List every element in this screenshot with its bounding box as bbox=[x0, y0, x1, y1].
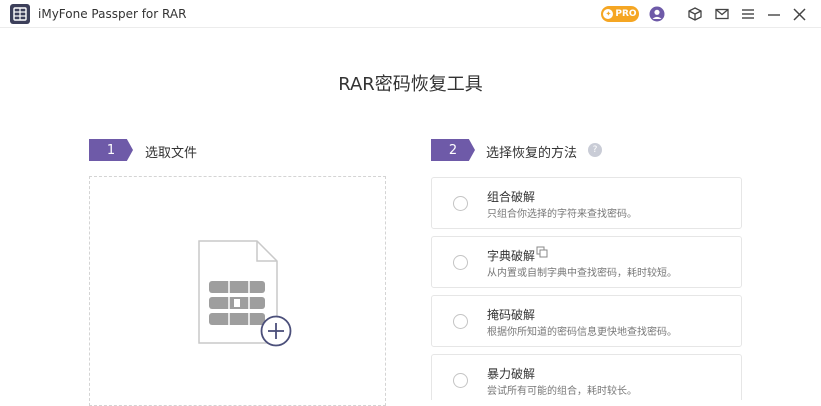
file-drop-zone[interactable] bbox=[89, 176, 386, 406]
add-icon[interactable] bbox=[260, 315, 292, 347]
minimize-icon[interactable] bbox=[765, 5, 783, 23]
cube-icon[interactable] bbox=[686, 5, 704, 23]
step-2-label: 选择恢复的方法 bbox=[486, 146, 578, 161]
method-radio[interactable] bbox=[453, 255, 468, 270]
close-icon[interactable] bbox=[790, 5, 808, 23]
method-radio[interactable] bbox=[453, 373, 468, 388]
method-title: 掩码破解 bbox=[487, 308, 536, 322]
method-card-dictionary[interactable]: 字典破解 从内置或自制字典中查找密码，耗时较短。 bbox=[431, 236, 742, 288]
method-radio[interactable] bbox=[453, 314, 468, 329]
title-bar: iMyFone Passper for RAR ✦ PRO bbox=[0, 0, 821, 28]
pro-label: PRO bbox=[615, 9, 637, 19]
app-title: iMyFone Passper for RAR bbox=[38, 7, 187, 21]
method-title: 组合破解 bbox=[487, 190, 536, 204]
menu-icon[interactable] bbox=[739, 5, 757, 23]
step-1-label: 选取文件 bbox=[145, 146, 198, 161]
method-card-brute-force[interactable]: 暴力破解 尝试所有可能的组合，耗时较长。 bbox=[431, 354, 742, 400]
method-desc: 只组合你选择的字符来查找密码。 bbox=[487, 209, 637, 220]
help-icon[interactable]: ? bbox=[588, 143, 602, 157]
copy-icon[interactable] bbox=[536, 246, 548, 258]
step-1-badge: 1 bbox=[89, 139, 133, 161]
method-desc: 根据你所知道的密码信息更快地查找密码。 bbox=[487, 327, 677, 338]
pro-badge-button[interactable]: ✦ PRO bbox=[601, 6, 639, 22]
method-title: 字典破解 bbox=[487, 249, 536, 263]
pro-badge-icon: ✦ bbox=[603, 9, 614, 19]
account-icon[interactable] bbox=[648, 5, 666, 23]
page-title: RAR密码恢复工具 bbox=[338, 74, 483, 95]
mail-icon[interactable] bbox=[713, 5, 731, 23]
step-2-badge: 2 bbox=[431, 139, 475, 161]
method-desc: 尝试所有可能的组合，耗时较长。 bbox=[487, 386, 637, 397]
method-card-combination[interactable]: 组合破解 只组合你选择的字符来查找密码。 bbox=[431, 177, 742, 229]
method-title: 暴力破解 bbox=[487, 367, 536, 381]
method-card-mask[interactable]: 掩码破解 根据你所知道的密码信息更快地查找密码。 bbox=[431, 295, 742, 347]
app-logo-icon bbox=[10, 4, 30, 24]
method-radio[interactable] bbox=[453, 196, 468, 211]
method-desc: 从内置或自制字典中查找密码，耗时较短。 bbox=[487, 268, 677, 279]
